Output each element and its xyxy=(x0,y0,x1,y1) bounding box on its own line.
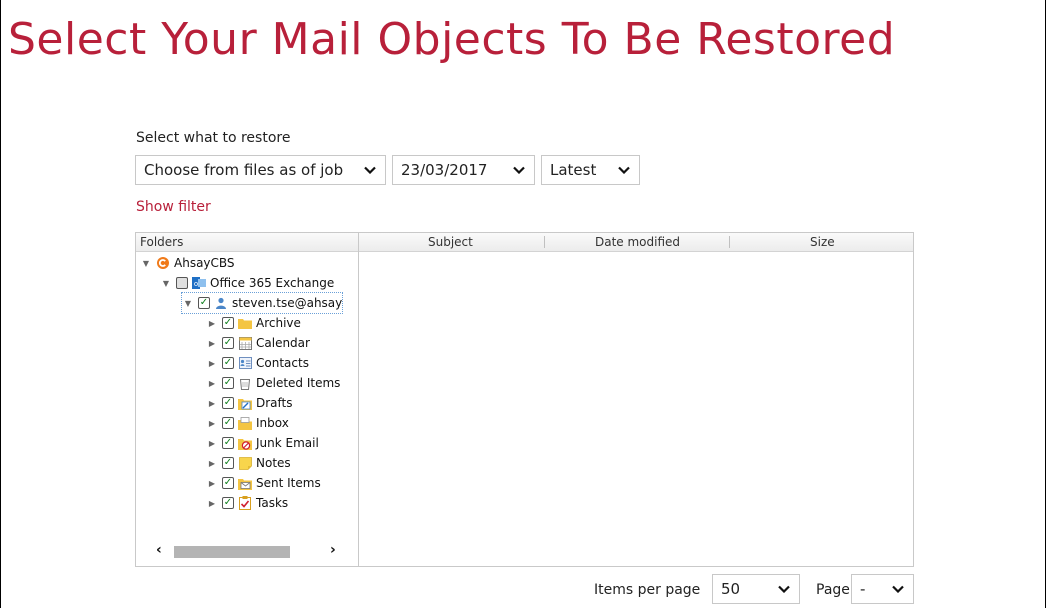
checked-checkbox[interactable]: ✓ xyxy=(222,417,234,429)
drafts-folder-icon xyxy=(238,396,252,410)
restore-date-value: 23/03/2017 xyxy=(401,161,488,179)
tree-item-label: steven.tse@ahsay xyxy=(232,296,343,310)
restore-time-select[interactable]: Latest xyxy=(541,155,640,185)
collapsed-triangle-icon[interactable]: ▶ xyxy=(206,359,218,368)
tree-item-label: Office 365 Exchange xyxy=(210,276,335,290)
partial-checkbox[interactable] xyxy=(176,277,188,289)
collapsed-triangle-icon[interactable]: ▶ xyxy=(206,339,218,348)
tree-item-label: AhsayCBS xyxy=(174,256,235,270)
tree-item-user[interactable]: ▼ ✓ steven.tse@ahsay xyxy=(180,292,344,314)
tree-item-inbox[interactable]: ▶ ✓ Inbox xyxy=(206,413,289,433)
tree-item-label: Calendar xyxy=(256,336,310,350)
checked-checkbox[interactable]: ✓ xyxy=(222,477,234,489)
collapsed-triangle-icon[interactable]: ▶ xyxy=(206,399,218,408)
expanded-triangle-icon[interactable]: ▼ xyxy=(160,279,172,288)
show-filter-link[interactable]: Show filter xyxy=(136,199,211,215)
restore-mode-select[interactable]: Choose from files as of job xyxy=(135,155,386,185)
sent-items-icon xyxy=(238,476,252,490)
restore-mode-value: Choose from files as of job xyxy=(144,161,344,179)
tree-item-office365[interactable]: ▼ o Office 365 Exchange xyxy=(160,273,334,293)
contacts-icon xyxy=(238,356,252,370)
tree-horizontal-scrollbar[interactable]: ‹ › xyxy=(156,542,356,560)
junk-folder-icon xyxy=(238,436,252,450)
items-per-page-label: Items per page xyxy=(594,582,701,598)
checked-checkbox[interactable]: ✓ xyxy=(222,357,234,369)
page-label: Page xyxy=(816,582,850,598)
chevron-down-icon xyxy=(512,156,526,184)
chevron-down-icon xyxy=(617,156,631,184)
page-title: Select Your Mail Objects To Be Restored xyxy=(8,14,896,65)
tree-item-root[interactable]: ▼ AhsayCBS xyxy=(140,253,235,273)
svg-text:o: o xyxy=(194,280,198,288)
restore-browser-panel: Folders Subject Date modified Size ▼ Ahs… xyxy=(135,232,914,567)
scrollbar-thumb[interactable] xyxy=(174,546,290,558)
tree-item-label: Inbox xyxy=(256,416,289,430)
items-per-page-value: 50 xyxy=(721,580,741,598)
tree-item-junk-email[interactable]: ▶ ✓ Junk Email xyxy=(206,433,319,453)
restore-label: Select what to restore xyxy=(136,130,291,146)
scroll-right-icon[interactable]: › xyxy=(330,542,336,558)
tree-item-label: Sent Items xyxy=(256,476,321,490)
collapsed-triangle-icon[interactable]: ▶ xyxy=(206,439,218,448)
checked-checkbox[interactable]: ✓ xyxy=(222,457,234,469)
column-header-date-modified[interactable]: Date modified xyxy=(595,233,680,251)
tree-item-label: Drafts xyxy=(256,396,293,410)
checked-checkbox[interactable]: ✓ xyxy=(222,437,234,449)
collapsed-triangle-icon[interactable]: ▶ xyxy=(206,419,218,428)
tree-item-tasks[interactable]: ▶ ✓ Tasks xyxy=(206,493,288,513)
tree-item-label: Deleted Items xyxy=(256,376,341,390)
tree-item-drafts[interactable]: ▶ ✓ Drafts xyxy=(206,393,293,413)
collapsed-triangle-icon[interactable]: ▶ xyxy=(206,479,218,488)
tree-item-label: Contacts xyxy=(256,356,309,370)
tree-item-contacts[interactable]: ▶ ✓ Contacts xyxy=(206,353,309,373)
expanded-triangle-icon[interactable]: ▼ xyxy=(140,259,152,268)
checked-checkbox[interactable]: ✓ xyxy=(222,377,234,389)
folder-icon xyxy=(238,316,252,330)
tree-item-label: Notes xyxy=(256,456,291,470)
trash-icon xyxy=(238,376,252,390)
notes-icon xyxy=(238,456,252,470)
tree-item-calendar[interactable]: ▶ ✓ Calendar xyxy=(206,333,310,353)
tree-item-notes[interactable]: ▶ ✓ Notes xyxy=(206,453,291,473)
collapsed-triangle-icon[interactable]: ▶ xyxy=(206,499,218,508)
inbox-folder-icon xyxy=(238,416,252,430)
pane-splitter[interactable] xyxy=(358,233,359,566)
items-per-page-select[interactable]: 50 xyxy=(712,574,800,604)
collapsed-triangle-icon[interactable]: ▶ xyxy=(206,459,218,468)
restore-time-value: Latest xyxy=(550,161,597,179)
checked-checkbox[interactable]: ✓ xyxy=(222,497,234,509)
tree-item-label: Tasks xyxy=(256,496,289,510)
tree-item-label: Junk Email xyxy=(256,436,319,450)
column-header-subject[interactable]: Subject xyxy=(428,233,473,251)
tree-item-archive[interactable]: ▶ ✓ Archive xyxy=(206,313,301,333)
tree-item-sent-items[interactable]: ▶ ✓ Sent Items xyxy=(206,473,321,493)
checked-checkbox[interactable]: ✓ xyxy=(222,317,234,329)
checked-checkbox[interactable]: ✓ xyxy=(198,297,210,309)
scroll-left-icon[interactable]: ‹ xyxy=(156,542,162,558)
calendar-icon xyxy=(238,336,252,350)
column-divider[interactable] xyxy=(729,236,730,248)
expanded-triangle-icon[interactable]: ▼ xyxy=(182,299,194,308)
collapsed-triangle-icon[interactable]: ▶ xyxy=(206,319,218,328)
checked-checkbox[interactable]: ✓ xyxy=(222,397,234,409)
page-value: - xyxy=(860,580,866,598)
chevron-down-icon xyxy=(891,575,905,603)
collapsed-triangle-icon[interactable]: ▶ xyxy=(206,379,218,388)
column-header-size[interactable]: Size xyxy=(810,233,835,251)
restore-date-select[interactable]: 23/03/2017 xyxy=(392,155,535,185)
checked-checkbox[interactable]: ✓ xyxy=(222,337,234,349)
column-header-folders[interactable]: Folders xyxy=(140,233,183,251)
ahsay-logo-icon xyxy=(156,256,170,270)
outlook-icon: o xyxy=(192,276,206,290)
page-select[interactable]: - xyxy=(851,574,914,604)
chevron-down-icon xyxy=(363,156,377,184)
chevron-down-icon xyxy=(777,575,791,603)
column-header-bar: Folders Subject Date modified Size xyxy=(136,233,913,252)
tasks-icon xyxy=(238,496,252,510)
column-divider[interactable] xyxy=(544,236,545,248)
tree-item-deleted-items[interactable]: ▶ ✓ Deleted Items xyxy=(206,373,341,393)
user-icon xyxy=(214,296,228,310)
tree-item-label: Archive xyxy=(256,316,301,330)
